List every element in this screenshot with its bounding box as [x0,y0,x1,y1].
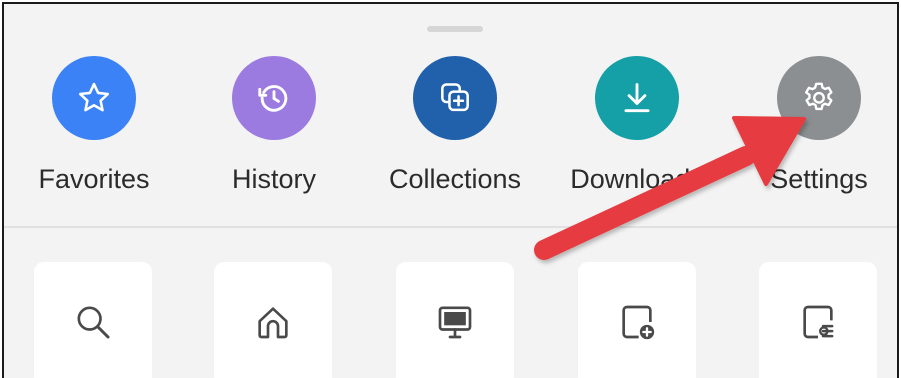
download-icon [624,83,650,113]
add-page-tile[interactable] [578,262,696,378]
favorites-circle[interactable] [52,56,136,140]
settings-label: Settings [770,164,868,194]
menu-sheet: Favorites History Collections Downloads … [2,2,899,378]
history-circle[interactable] [232,56,316,140]
home-tile[interactable] [214,262,332,378]
desktop-site-tile[interactable] [396,262,514,378]
collections-icon [441,83,469,112]
section-divider [4,226,897,228]
downloads-label: Downloads [570,164,704,194]
history-icon [258,85,288,112]
history-label: History [231,164,316,194]
collections-label: Collections [388,164,522,194]
desktop-site-icon [438,306,472,339]
collections-button[interactable]: Collections [375,56,535,206]
home-icon [258,307,288,339]
share-page-icon [803,305,834,339]
settings-button[interactable]: Settings [739,56,897,206]
drag-handle[interactable] [427,26,483,32]
history-button[interactable]: History [194,56,354,206]
collections-circle[interactable] [413,56,497,140]
gear-icon [804,82,833,111]
downloads-circle[interactable] [595,56,679,140]
downloads-button[interactable]: Downloads [557,56,717,206]
settings-circle[interactable] [777,56,861,140]
favorites-button[interactable]: Favorites [14,56,174,206]
search-icon [77,306,110,339]
star-icon [78,82,110,112]
share-page-tile[interactable] [759,262,877,378]
search-tile[interactable] [34,262,152,378]
favorites-label: Favorites [38,164,150,194]
add-page-icon [622,305,655,340]
